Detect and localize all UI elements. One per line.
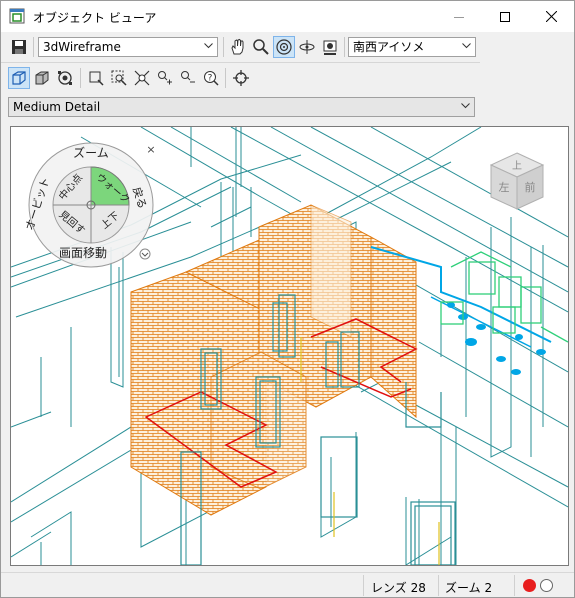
zoom-status: ズーム 2 — [445, 581, 493, 595]
view-preset-select[interactable]: 南西アイソメ — [348, 37, 476, 57]
zoom-out-button[interactable] — [177, 67, 199, 89]
zoom-in-icon — [158, 71, 172, 85]
record-icon[interactable] — [522, 578, 537, 593]
window-title: オブジェクト ビューア — [33, 11, 157, 25]
toolbar-top: 3dWireframe 南西アイソメ — [1, 34, 574, 62]
navigation-wheel[interactable]: ズーム × オービット 戻る 中心点 ウォーク 見回す 上下 画面移動 — [25, 141, 157, 269]
detail-level-value: Medium Detail — [13, 100, 101, 114]
status-divider — [514, 575, 515, 596]
zoom-object-button[interactable] — [108, 67, 130, 89]
zoom-extents-icon — [134, 70, 150, 86]
wheel-close-icon[interactable]: × — [146, 143, 155, 156]
brick-walls — [130, 204, 417, 516]
camera-button[interactable] — [319, 36, 341, 58]
wheel-zoom-label[interactable]: ズーム — [73, 145, 109, 160]
wheel-menu-button[interactable] — [139, 248, 151, 260]
visual-style-select[interactable]: 3dWireframe — [38, 37, 218, 57]
zoom-object-icon — [111, 70, 127, 86]
chevron-down-icon — [204, 43, 213, 49]
toolbar-separator — [223, 37, 224, 57]
svg-text:?: ? — [208, 74, 213, 84]
3d-viewport[interactable]: ズーム × オービット 戻る 中心点 ウォーク 見回す 上下 画面移動 上 左 … — [10, 126, 569, 566]
lens-status: レンズ 28 — [371, 581, 426, 595]
view-cube-icon — [12, 71, 26, 85]
object-viewer-window: オブジェクト ビューア 3dWireframe 南西アイソメ ? Medium … — [0, 0, 575, 598]
toolbar-separator — [80, 68, 81, 88]
status-bar: レンズ 28 ズーム 2 — [1, 572, 574, 598]
locate-icon — [233, 70, 249, 86]
view-cube-left-label: 左 — [499, 181, 510, 194]
toolbar-separator — [344, 37, 345, 57]
detail-level-select[interactable]: Medium Detail — [8, 97, 475, 117]
orbit-button[interactable] — [273, 36, 295, 58]
minimize-button[interactable] — [436, 1, 482, 32]
toolbar-divider — [1, 62, 480, 63]
toolbar-bottom: ? — [1, 65, 574, 93]
zoom-button[interactable] — [250, 36, 272, 58]
status-divider — [438, 575, 439, 596]
visual-style-value: 3dWireframe — [43, 40, 121, 54]
camera-icon — [323, 40, 337, 55]
view-cube-top-label: 上 — [512, 160, 522, 172]
walk-button[interactable] — [296, 36, 318, 58]
orbit-icon — [276, 39, 292, 55]
zoom-help-button[interactable]: ? — [200, 67, 222, 89]
pan-button[interactable] — [227, 36, 249, 58]
walk-icon — [299, 40, 315, 54]
zoom-in-button[interactable] — [154, 67, 176, 89]
view-cube-button[interactable] — [8, 67, 30, 89]
zoom-window-button[interactable] — [85, 67, 107, 89]
view-cube-front-label: 前 — [525, 180, 536, 194]
view-preset-value: 南西アイソメ — [353, 40, 425, 54]
maximize-icon — [500, 11, 510, 22]
view-cube[interactable]: 上 左 前 — [489, 151, 545, 213]
minimize-icon — [454, 16, 464, 18]
zoom-out-icon — [181, 71, 195, 83]
status-divider — [363, 575, 364, 596]
save-button[interactable] — [8, 36, 30, 58]
navigation-wheel-button[interactable] — [54, 67, 76, 89]
toolbar-separator — [225, 68, 226, 88]
stop-icon[interactable] — [539, 578, 554, 593]
zoom-window-icon — [89, 71, 104, 86]
solid-box-button[interactable] — [31, 67, 53, 89]
wheel-pan-label[interactable]: 画面移動 — [59, 246, 107, 260]
navigation-wheel-icon — [58, 71, 72, 85]
title-bar: オブジェクト ビューア — [1, 1, 574, 32]
zoom-extents-button[interactable] — [131, 67, 153, 89]
close-button[interactable] — [528, 1, 574, 32]
toolbar-separator — [33, 37, 34, 57]
save-icon — [12, 40, 26, 54]
close-icon — [545, 11, 557, 22]
zoom-icon — [253, 39, 269, 55]
app-icon — [9, 8, 25, 24]
chevron-down-icon — [461, 103, 470, 109]
maximize-button[interactable] — [482, 1, 528, 32]
chevron-down-icon — [462, 43, 471, 49]
pan-icon — [231, 38, 244, 55]
locate-button[interactable] — [230, 67, 252, 89]
solid-box-icon — [35, 71, 49, 85]
zoom-help-icon: ? — [204, 71, 219, 86]
